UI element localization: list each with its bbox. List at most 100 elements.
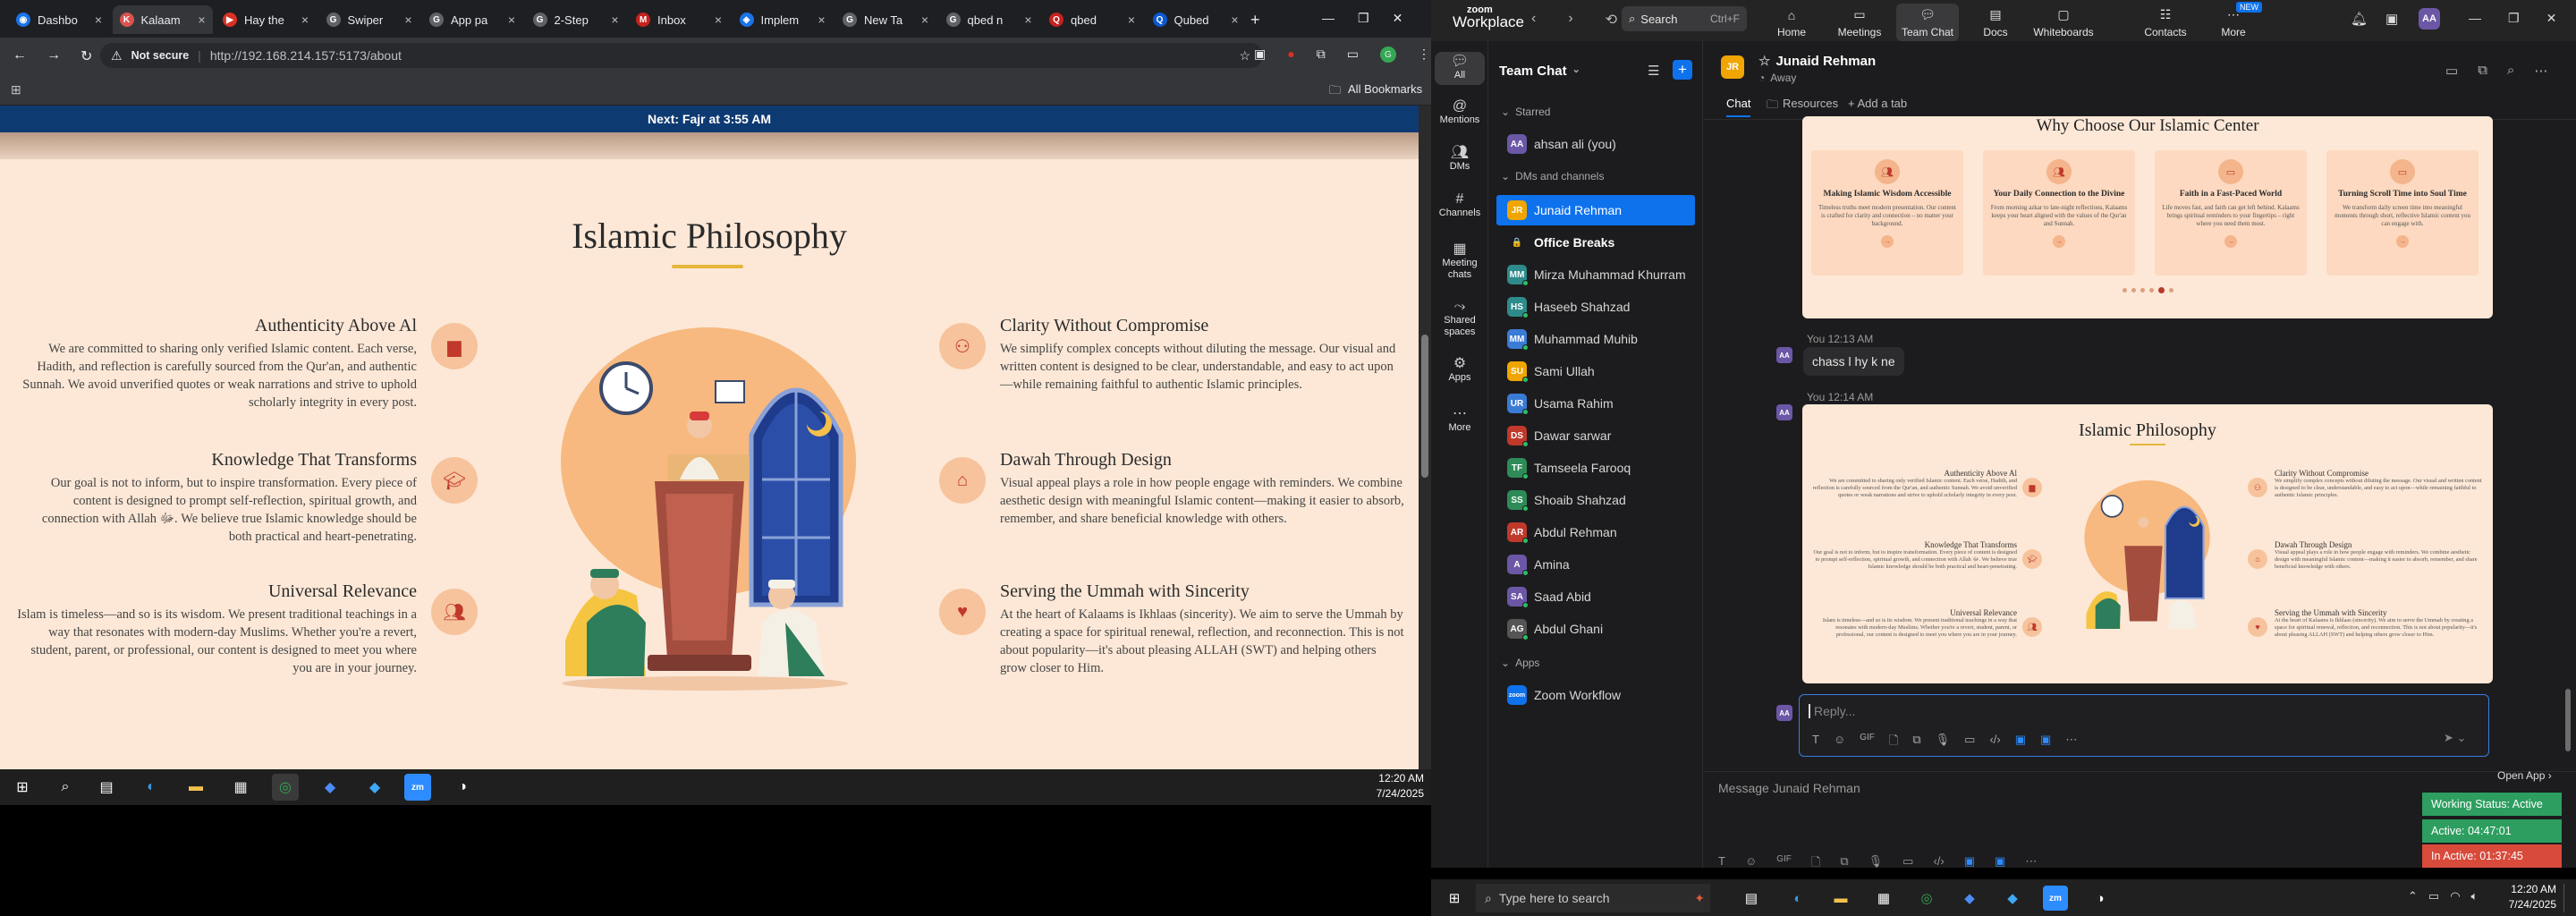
emoji-icon[interactable]: ☺ [1745,854,1757,874]
zoom-search[interactable]: ⌕ Search Ctrl+F [1622,6,1747,31]
browser-tab[interactable]: Qqbed × [1042,5,1142,34]
show-desktop[interactable] [2563,884,2569,912]
chat-item[interactable]: 🔒 Office Breaks [1496,227,1695,258]
rail-mentions[interactable]: @ Mentions [1435,99,1485,126]
history-icon[interactable]: ⟲ [1606,11,1617,29]
windows-start-icon[interactable]: ⊞ [1442,886,1467,911]
app-icon[interactable]: ▣ [2040,733,2051,752]
more-icon[interactable]: ⋯ [2065,733,2077,752]
browser-tab[interactable]: Q Qubed × [1146,5,1246,34]
close-tab-icon[interactable]: × [1024,13,1031,27]
browser-tab[interactable]: G 2-Step × [526,5,626,34]
section-dms[interactable]: ⌄ DMs and channels [1501,170,1604,182]
team-chat-heading[interactable]: Team Chat ⌄ [1499,64,1580,79]
close-tab-icon[interactable]: × [1231,13,1238,27]
chat-item[interactable]: MM Mirza Muhammad Khurram [1496,259,1695,290]
chat-item[interactable]: AG Abdul Ghani [1496,614,1695,644]
chat-item[interactable]: SS Shoaib Shahzad [1496,485,1695,515]
message-input[interactable]: Message Junaid Rehman [1718,781,1860,795]
zoom-app-icon[interactable]: zm [404,774,431,801]
nav-contacts[interactable]: ☷ Contacts [2134,4,2197,41]
screenshot-icon[interactable]: ⧉ [1912,733,1920,752]
send-icon[interactable]: ➤ ⌄ [2444,731,2466,745]
chat-item[interactable]: DS Dawar sarwar [1496,420,1695,451]
task-view-icon[interactable]: ▤ [1739,886,1764,911]
profile-avatar[interactable]: G [1379,47,1396,63]
reply-input[interactable]: Reply... [1809,704,1855,718]
file-explorer-icon[interactable]: ▬ [182,774,209,801]
chat-item[interactable]: MM Muhammad Muhib [1496,324,1695,354]
scrollbar-thumb[interactable] [2565,689,2571,751]
search-icon[interactable]: ⌕ [2507,63,2514,79]
new-chat-button[interactable]: + [1673,60,1692,80]
close-tab-icon[interactable]: × [404,13,411,27]
rail-dms[interactable]: 👥︎ DMs [1435,146,1485,173]
chrome-icon[interactable]: ◎ [272,774,299,801]
browser-tab[interactable]: ◉ Dashbo × [9,5,109,34]
scrollbar-thumb[interactable] [1421,335,1428,478]
rail-channels[interactable]: # Channels [1435,192,1485,219]
nav-team-chat[interactable]: 💬︎ Team Chat [1896,4,1959,41]
chat-item[interactable]: TF Tamseela Farooq [1496,453,1695,483]
extension-icon[interactable]: ● [1287,47,1294,63]
search-icon[interactable]: ⌕ [52,774,79,801]
file-explorer-icon[interactable]: ▬ [1828,886,1853,911]
chat-item[interactable]: A Amina [1496,549,1695,580]
code-icon[interactable]: ‹/› [1933,854,1944,874]
star-icon[interactable]: ☆ [1239,48,1250,64]
close-tab-icon[interactable]: × [715,13,722,27]
shared-image-islamic-philosophy[interactable]: Islamic Philosophy Authenticity Above Al… [1802,404,2493,683]
back-icon[interactable]: ← [13,47,27,65]
app-icon[interactable]: ▣ [1964,854,1975,874]
file-icon[interactable]: 🗋 [1811,854,1820,874]
close-icon[interactable]: ✕ [2546,11,2557,26]
browser-tab[interactable]: K Kalaam × [112,5,213,34]
close-tab-icon[interactable]: × [1128,13,1135,27]
section-starred[interactable]: ⌄ Starred [1501,106,1550,118]
store-icon[interactable]: ▦ [1871,886,1896,911]
sidepanel-icon[interactable]: ▭ [1347,47,1359,63]
browser-tab[interactable]: Gqbed n × [939,5,1039,34]
file-icon[interactable]: 🗋 [1889,733,1898,752]
nav-more[interactable]: ⋯ More NEW [2202,2,2265,41]
avatar[interactable]: AA [2419,8,2440,30]
close-tab-icon[interactable]: × [611,13,618,27]
forward-icon[interactable]: → [47,47,61,65]
chat-item[interactable]: UR Usama Rahim [1496,388,1695,419]
app-icon[interactable]: ▣ [1995,854,2005,874]
puzzle-icon[interactable]: ⧉ [1317,47,1326,63]
shared-image-why-choose[interactable]: Why Choose Our Islamic Center 👥︎ Making I… [1802,116,2493,318]
tab-add[interactable]: + Add a tab [1848,97,1907,110]
chat-item[interactable]: SU Sami Ullah [1496,356,1695,386]
volume-icon[interactable]: 🔈︎ [2471,889,2479,903]
chat-item[interactable]: HS Haseeb Shahzad [1496,292,1695,322]
bell-icon[interactable]: 🔔︎ [2351,11,2368,27]
format-icon[interactable]: T [1718,854,1725,874]
minimize-icon[interactable]: — [2469,11,2481,26]
menu-icon[interactable]: ⋮ [1418,47,1430,63]
extension-icon[interactable]: ▣ [1254,47,1266,63]
omnibox[interactable]: ⚠ Not secure | http://192.168.214.157:51… [100,43,1263,68]
reload-icon[interactable]: ↻ [80,47,92,65]
browser-tab[interactable]: G App pa × [422,5,522,34]
calendar-icon[interactable]: ▣ [2385,11,2398,27]
gif-icon[interactable]: GIF [1860,733,1875,752]
filter-icon[interactable]: ☰ [1648,63,1659,79]
mic-icon[interactable]: 🎙︎ [1936,733,1951,752]
chat-item[interactable]: SA Saad Abid [1496,581,1695,612]
browser-tab[interactable]: ▶ Hay the × [216,5,316,34]
more-icon[interactable]: ⋯ [2025,854,2037,874]
vscode-icon[interactable]: ◆ [317,774,343,801]
url-text[interactable]: http://192.168.214.157:5173/about [210,48,402,63]
vscode-icon[interactable]: ◆ [1957,886,1982,911]
format-icon[interactable]: T [1812,733,1819,752]
page-scrollbar[interactable] [1419,106,1431,769]
restore-icon[interactable]: ❐ [1358,11,1369,26]
conversation-scrollbar[interactable] [2563,143,2572,760]
nav-docs[interactable]: ▤ Docs [1964,4,2027,41]
code-icon[interactable]: ‹/› [1989,733,2000,752]
close-tab-icon[interactable]: × [198,13,205,27]
nav-whiteboards[interactable]: ▢ Whiteboards [2032,4,2095,41]
store-icon[interactable]: ▦ [227,774,254,801]
reply-composer[interactable]: Reply... T ☺ GIF 🗋 ⧉ 🎙︎ ▭ ‹/› ▣ ▣ ⋯ ➤ ⌄ [1799,694,2489,757]
